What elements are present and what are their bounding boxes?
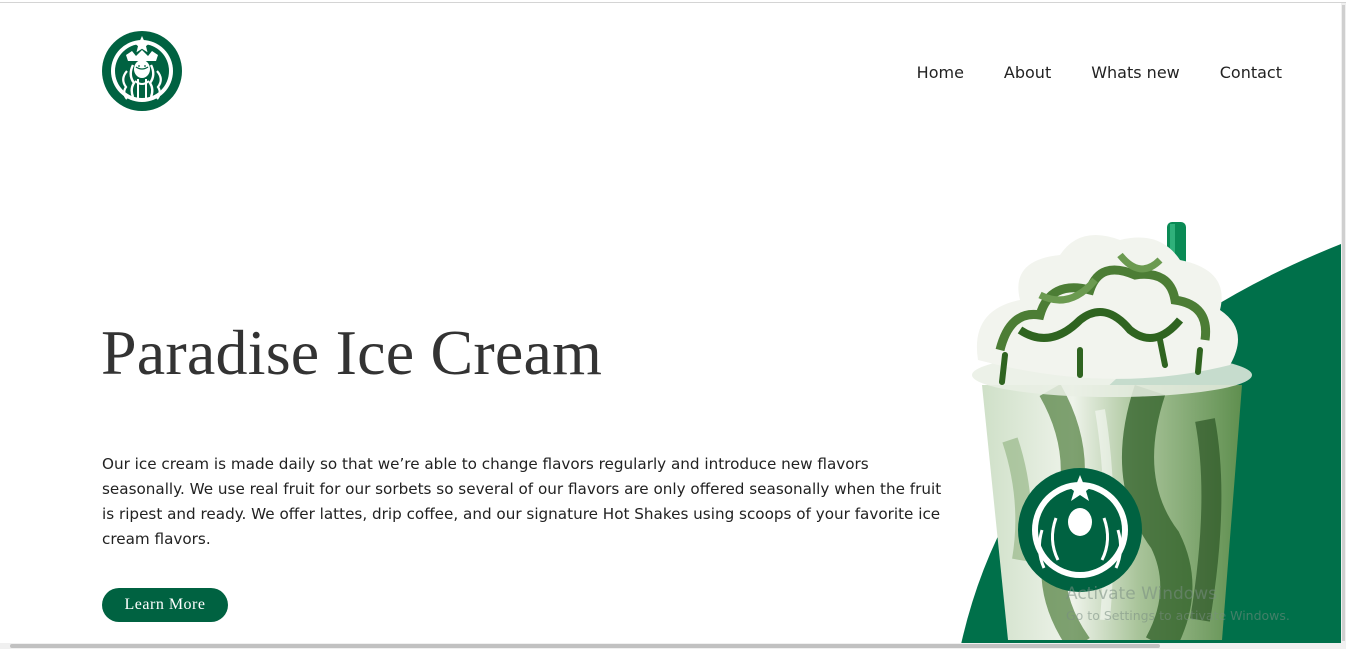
watermark-title: Activate Windows [1066,584,1217,604]
nav-item-contact[interactable]: Contact [1220,63,1282,82]
brand-logo-icon[interactable] [102,31,182,111]
nav-item-home[interactable]: Home [917,63,964,82]
hero-title: Paradise Ice Cream [101,317,603,388]
hero-description: Our ice cream is made daily so that we’r… [102,455,942,548]
activate-windows-watermark: Activate Windows Go to Settings to activ… [1066,584,1290,623]
watermark-subtitle: Go to Settings to activate Windows. [1066,608,1290,623]
learn-more-button[interactable]: Learn More [102,588,228,622]
vertical-scrollbar-thumb[interactable] [1342,5,1345,641]
vertical-scrollbar[interactable] [1341,3,1346,643]
top-border [0,2,1346,3]
matcha-drink-image-icon [930,200,1346,649]
nav-item-whats-new[interactable]: Whats new [1091,63,1180,82]
horizontal-scrollbar-thumb[interactable] [10,644,1160,648]
horizontal-scrollbar[interactable] [0,643,1346,649]
main-nav: Home About Whats new Contact [877,63,1282,82]
nav-item-about[interactable]: About [1004,63,1051,82]
